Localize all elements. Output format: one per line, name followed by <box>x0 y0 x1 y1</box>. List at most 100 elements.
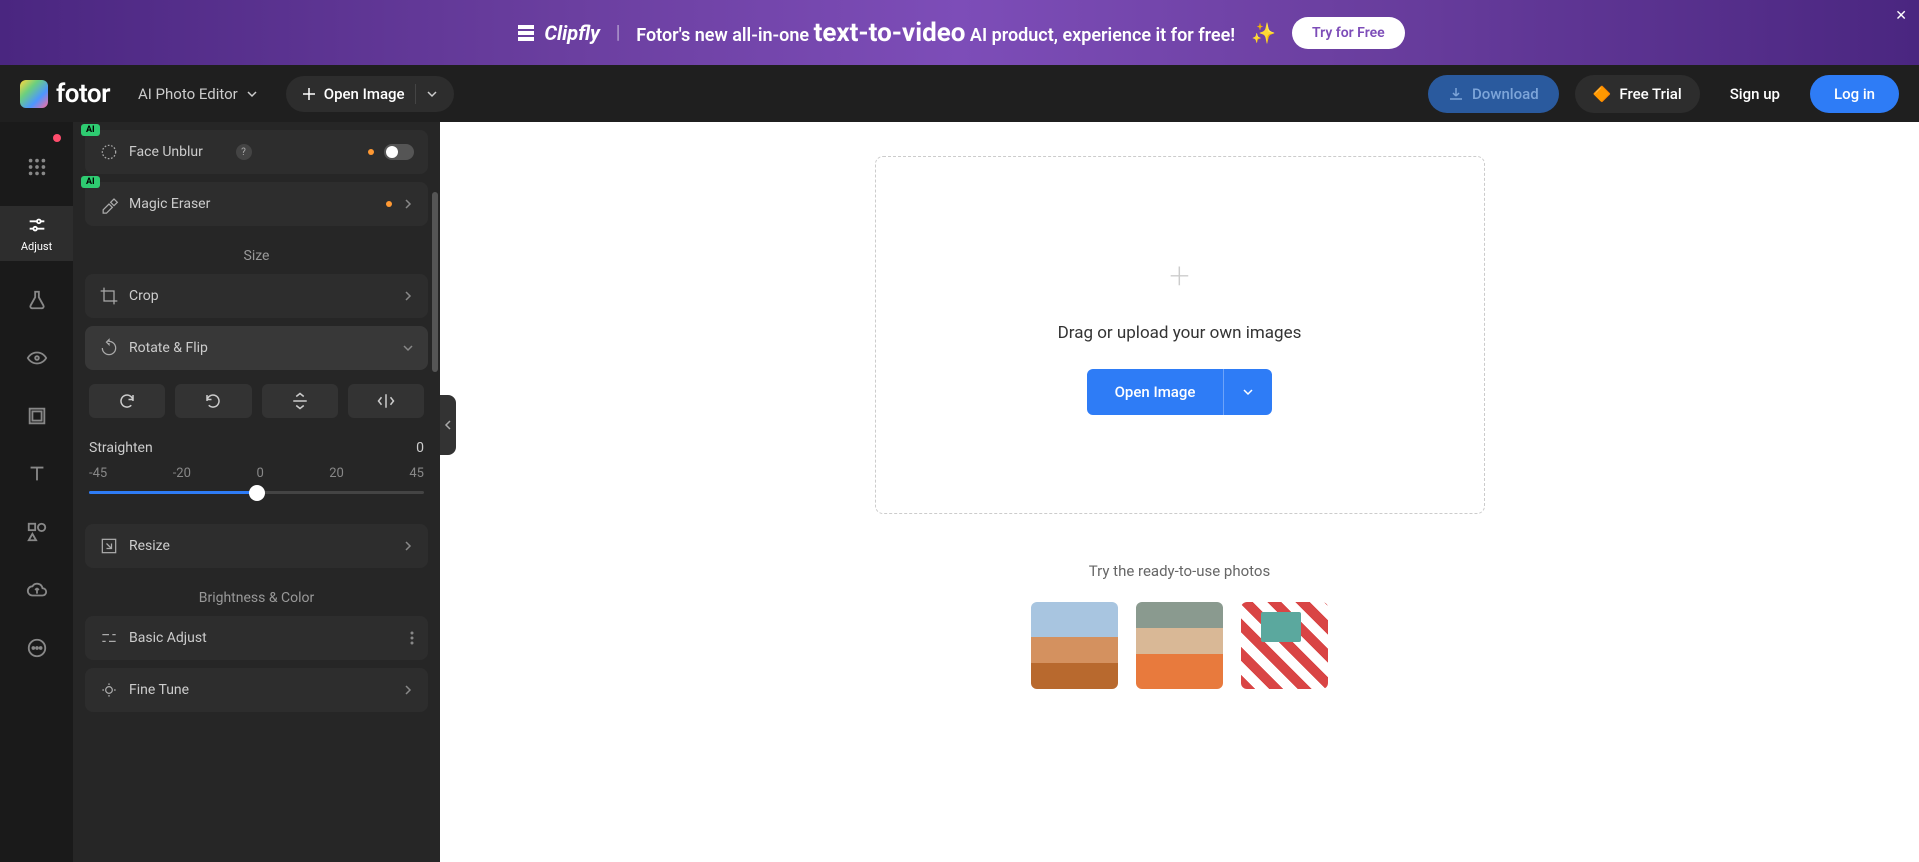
open-image-cta-dropdown[interactable] <box>1223 369 1272 415</box>
banner-highlight: text-to-video <box>814 18 966 48</box>
open-image-button[interactable]: Open Image <box>286 76 454 112</box>
clipfly-icon <box>514 21 538 45</box>
rail-item-beauty[interactable] <box>0 339 73 377</box>
rail-item-frames[interactable] <box>0 397 73 435</box>
rail-item-cloud[interactable] <box>0 571 73 609</box>
crop-label: Crop <box>129 288 392 304</box>
banner-text: Fotor's new all-in-one text-to-video AI … <box>636 18 1235 48</box>
image-dropzone[interactable]: + Drag or upload your own images Open Im… <box>875 156 1485 514</box>
slider-thumb[interactable] <box>249 485 265 501</box>
download-button[interactable]: Download <box>1428 75 1559 113</box>
rotate-icon <box>99 338 119 358</box>
tool-fine-tune[interactable]: Fine Tune <box>85 668 428 712</box>
chevron-down-icon <box>1242 386 1254 398</box>
flask-icon <box>26 289 48 311</box>
topbar: fotor AI Photo Editor Open Image Downloa… <box>0 65 1919 122</box>
eye-icon <box>26 347 48 369</box>
help-icon[interactable]: ? <box>236 144 252 160</box>
promo-banner: Clipfly | Fotor's new all-in-one text-to… <box>0 0 1919 65</box>
editor-mode-dropdown[interactable]: AI Photo Editor <box>126 85 270 103</box>
chevron-down-icon <box>402 342 414 354</box>
rotate-cw-button[interactable] <box>89 384 165 418</box>
chevron-right-icon <box>402 540 414 552</box>
signup-button[interactable]: Sign up <box>1716 75 1794 113</box>
chevron-right-icon <box>402 684 414 696</box>
rail-adjust-label: Adjust <box>21 240 52 253</box>
tool-resize[interactable]: Resize <box>85 524 428 568</box>
flip-vertical-button[interactable] <box>262 384 338 418</box>
open-image-cta-button[interactable]: Open Image <box>1087 369 1224 415</box>
chevron-right-icon <box>402 290 414 302</box>
chevron-left-icon <box>444 419 452 431</box>
plus-icon: + <box>1169 255 1189 297</box>
flip-horizontal-button[interactable] <box>348 384 424 418</box>
login-button[interactable]: Log in <box>1810 75 1899 113</box>
chevron-down-icon[interactable] <box>426 88 438 100</box>
banner-content: Clipfly | Fotor's new all-in-one text-to… <box>514 17 1404 49</box>
rail-item-adjust[interactable]: Adjust <box>0 206 73 261</box>
free-trial-button[interactable]: 🔶 Free Trial <box>1575 75 1700 113</box>
flip-vertical-icon <box>291 392 309 410</box>
resize-label: Resize <box>129 538 392 554</box>
logo-icon <box>20 80 48 108</box>
face-unblur-icon <box>99 142 119 162</box>
rotate-ccw-icon <box>204 392 222 410</box>
plus-icon <box>302 87 316 101</box>
editor-mode-label: AI Photo Editor <box>138 85 238 103</box>
sample-thumb-3[interactable] <box>1241 602 1328 689</box>
basic-adjust-label: Basic Adjust <box>129 630 400 646</box>
magic-eraser-icon <box>99 194 119 214</box>
fine-tune-label: Fine Tune <box>129 682 392 698</box>
close-icon[interactable]: ✕ <box>1895 8 1907 24</box>
chevron-right-icon <box>402 198 414 210</box>
straighten-label: Straighten <box>89 440 153 456</box>
rail-item-apps[interactable] <box>0 148 73 186</box>
divider <box>415 84 416 104</box>
rail-item-elements[interactable] <box>0 513 73 551</box>
premium-dot <box>386 201 392 207</box>
panel-collapse-handle[interactable] <box>440 395 456 455</box>
sample-thumb-1[interactable] <box>1031 602 1118 689</box>
sparkle-icon: ✨ <box>1251 21 1276 45</box>
frame-icon <box>26 405 48 427</box>
slider-fill <box>89 491 257 494</box>
face-unblur-label: Face Unblur <box>129 144 226 160</box>
clipfly-logo: Clipfly <box>514 21 600 45</box>
tick-n20: -20 <box>173 466 191 481</box>
rail-item-text[interactable] <box>0 455 73 493</box>
tool-crop[interactable]: Crop <box>85 274 428 318</box>
rail-item-effects[interactable] <box>0 281 73 319</box>
rotate-cw-icon <box>118 392 136 410</box>
rail-item-more[interactable] <box>0 629 73 667</box>
diamond-icon: 🔶 <box>1593 85 1612 103</box>
sample-thumb-2[interactable] <box>1136 602 1223 689</box>
tool-basic-adjust[interactable]: Basic Adjust <box>85 616 428 660</box>
tick-p45: 45 <box>409 466 424 481</box>
crop-icon <box>99 286 119 306</box>
rotate-ccw-button[interactable] <box>175 384 251 418</box>
banner-text-before: Fotor's new all-in-one <box>636 25 813 46</box>
banner-divider: | <box>616 22 620 43</box>
try-photos-label: Try the ready-to-use photos <box>1089 562 1270 580</box>
adjust-panel: AI Face Unblur ? AI Magic Eraser ? Size … <box>73 122 440 862</box>
drop-text: Drag or upload your own images <box>1058 323 1302 343</box>
notification-dot <box>53 134 61 142</box>
face-unblur-toggle[interactable] <box>384 144 414 160</box>
adjust-icon <box>26 214 48 236</box>
straighten-row: Straighten 0 <box>89 440 424 456</box>
tool-rotate-flip[interactable]: Rotate & Flip <box>85 326 428 370</box>
chevron-down-icon <box>246 88 258 100</box>
fotor-logo[interactable]: fotor <box>20 79 110 109</box>
basic-adjust-icon <box>99 628 119 648</box>
clipfly-brand-text: Clipfly <box>544 21 600 45</box>
try-for-free-button[interactable]: Try for Free <box>1292 17 1405 49</box>
tool-face-unblur[interactable]: AI Face Unblur ? <box>85 130 428 174</box>
ai-badge: AI <box>81 124 100 136</box>
scrollbar[interactable] <box>432 192 438 372</box>
elements-icon <box>26 521 48 543</box>
size-section-header: Size <box>85 248 428 264</box>
tool-magic-eraser[interactable]: AI Magic Eraser ? <box>85 182 428 226</box>
straighten-slider[interactable] <box>89 491 424 494</box>
free-trial-label: Free Trial <box>1619 85 1681 103</box>
open-image-main[interactable]: Open Image <box>302 85 405 103</box>
